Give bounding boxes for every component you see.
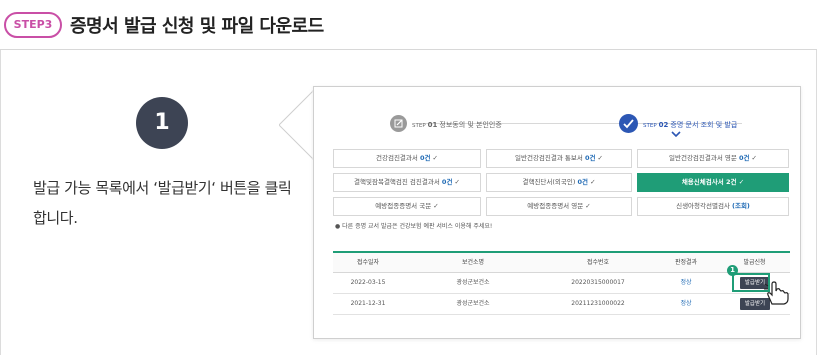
cell-date: 2021-12-31 <box>350 300 386 307</box>
doc-item-selected[interactable]: 채용신체검사서 2건 ✓ <box>637 173 789 192</box>
step-badge: STEP3 <box>4 12 62 38</box>
table-row: 2022-03-15 광성군보건소 20220315000017 정상 발급받기 <box>333 273 790 294</box>
edit-icon <box>390 115 407 132</box>
cell-receipt: 20220315000017 <box>571 279 625 286</box>
chevron-down-icon <box>671 131 681 137</box>
step-2-label: STEP 02 증명 문서 조회 및 발급 <box>643 121 738 129</box>
doc-item[interactable]: 신생아청각선별검사 (조회) <box>637 197 789 216</box>
column-header: 판정결과 <box>674 259 698 266</box>
cell-receipt: 20211231000022 <box>571 300 625 307</box>
info-note: ● 다른 증명 교서 발급은 건강보험 예판 서비스 이용해 주세요! <box>335 223 493 230</box>
table-row: 2021-12-31 광성군보건소 20211231000022 정상 발급받기 <box>333 294 790 315</box>
doc-item[interactable]: 예방접종증명서 영문 ✓ <box>486 197 632 216</box>
cell-result: 정상 <box>680 279 692 286</box>
cell-date: 2022-03-15 <box>350 279 386 286</box>
cell-center: 광성군보건소 <box>456 300 490 307</box>
callout-pointer <box>279 90 315 160</box>
column-header: 접수일자 <box>356 259 380 266</box>
doc-item[interactable]: 일반건강검진결과서 영문 0건 ✓ <box>637 149 789 168</box>
doc-item[interactable]: 결핵진단서(외국인) 0건 ✓ <box>486 173 632 192</box>
column-header: 접수번호 <box>586 259 610 266</box>
doc-item[interactable]: 일반건강검진결과 통보서 0건 ✓ <box>486 149 632 168</box>
page-title: 증명서 발급 신청 및 파일 다운로드 <box>70 16 324 37</box>
page-header: STEP3 증명서 발급 신청 및 파일 다운로드 <box>0 0 817 50</box>
cell-result: 정상 <box>680 300 692 307</box>
column-header: 보건소명 <box>461 259 485 266</box>
instruction-text: 발급 가능 목록에서 ‘발급받기‘ 버튼을 클릭합니다. <box>33 179 292 227</box>
table-header: 접수일자 보건소명 접수번호 판정결과 발급신청 <box>333 253 790 273</box>
result-table: 접수일자 보건소명 접수번호 판정결과 발급신청 2022-03-15 광성군보… <box>333 251 790 315</box>
hand-cursor-icon <box>764 281 789 305</box>
screenshot-card: STEP 01 정보동의 및 본인인증 STEP 02 증명 문서 조회 및 발급 건강… <box>313 86 801 339</box>
cell-center: 광성군보건소 <box>456 279 490 286</box>
check-icon <box>619 114 638 133</box>
doc-item[interactable]: 예방접종증명서 국문 ✓ <box>333 197 481 216</box>
step-1-label: STEP 01 정보동의 및 본인인증 <box>412 121 502 129</box>
doc-item[interactable]: 결핵및잠복결핵검진 검진결과서 0건 ✓ <box>333 173 481 192</box>
doc-item[interactable]: 건강검진결과서 0건 ✓ <box>333 149 481 168</box>
step-number-circle: 1 <box>136 97 188 149</box>
callout-number-badge: 1 <box>727 265 738 276</box>
